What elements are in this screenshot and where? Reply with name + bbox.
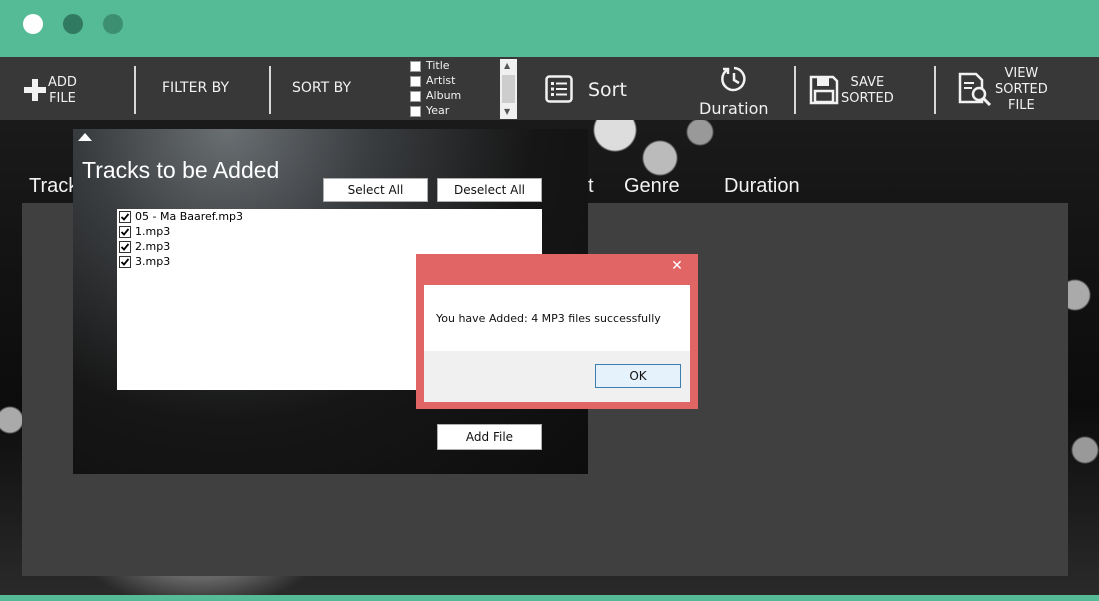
message-body: You have Added: 4 MP3 files successfully: [424, 285, 690, 351]
message-box: ✕ You have Added: 4 MP3 files successful…: [416, 254, 698, 409]
scroll-thumb[interactable]: [502, 75, 515, 103]
scroll-up-icon[interactable]: ▲: [504, 61, 510, 70]
column-header-duration[interactable]: Duration: [724, 175, 800, 198]
collapse-triangle-icon[interactable]: [78, 133, 92, 141]
title-bar: [0, 0, 1099, 57]
save-sorted-label: SAVE SORTED: [841, 75, 894, 106]
toolbar-divider: [269, 66, 271, 114]
plus-icon: [24, 79, 46, 101]
checkbox[interactable]: [410, 91, 421, 102]
checkmark-icon: [120, 258, 130, 266]
sort-by-label: SORT BY: [292, 80, 352, 96]
toolbar-divider: [134, 66, 136, 114]
add-file-label: ADD FILE: [48, 75, 77, 106]
column-header-artist[interactable]: t: [588, 175, 594, 198]
sort-field-scrollbar[interactable]: ▲ ▼: [500, 59, 517, 119]
checkbox[interactable]: [410, 76, 421, 87]
ok-button[interactable]: OK: [595, 364, 681, 388]
list-icon: [545, 75, 573, 103]
sort-button[interactable]: Sort: [543, 73, 633, 107]
clock-icon: [721, 66, 746, 92]
close-icon[interactable]: ✕: [660, 256, 694, 276]
checkbox-checked[interactable]: [119, 256, 131, 268]
sort-label: Sort: [588, 79, 627, 101]
column-header-genre[interactable]: Genre: [624, 175, 680, 198]
save-sorted-button[interactable]: SAVE SORTED: [808, 73, 918, 107]
checkbox[interactable]: [410, 106, 421, 117]
toolbar-divider: [794, 66, 796, 114]
duration-label: Duration: [699, 99, 769, 118]
maximize-window-dot[interactable]: [103, 14, 123, 34]
select-all-button[interactable]: Select All: [323, 178, 428, 202]
file-search-icon: [958, 72, 992, 106]
deselect-all-button[interactable]: Deselect All: [437, 178, 542, 202]
duration-button[interactable]: Duration: [697, 62, 777, 118]
status-strip: [0, 595, 1099, 601]
checkmark-icon: [120, 213, 130, 221]
add-file-dialog-button[interactable]: Add File: [437, 424, 542, 450]
toolbar-divider: [934, 66, 936, 114]
close-window-dot[interactable]: [23, 14, 43, 34]
checkbox[interactable]: [410, 61, 421, 72]
view-sorted-file-label: VIEW SORTED FILE: [995, 66, 1048, 113]
view-sorted-file-button[interactable]: VIEW SORTED FILE: [957, 66, 1077, 114]
checkbox-checked[interactable]: [119, 211, 131, 223]
scroll-down-icon[interactable]: ▼: [504, 107, 510, 116]
message-footer: OK: [424, 351, 690, 402]
checkmark-icon: [120, 228, 130, 236]
column-header-track[interactable]: Track: [29, 175, 78, 198]
toolbar: ADD FILE FILTER BY SORT BY Title Artist …: [0, 57, 1099, 120]
checkbox-checked[interactable]: [119, 226, 131, 238]
dialog-title: Tracks to be Added: [82, 157, 280, 183]
add-file-button[interactable]: ADD FILE: [20, 71, 120, 111]
message-text: You have Added: 4 MP3 files successfully: [436, 312, 661, 325]
checkbox-checked[interactable]: [119, 241, 131, 253]
floppy-disk-icon: [809, 75, 839, 105]
filter-by-button[interactable]: FILTER BY: [162, 80, 229, 96]
minimize-window-dot[interactable]: [63, 14, 83, 34]
checkmark-icon: [120, 243, 130, 251]
